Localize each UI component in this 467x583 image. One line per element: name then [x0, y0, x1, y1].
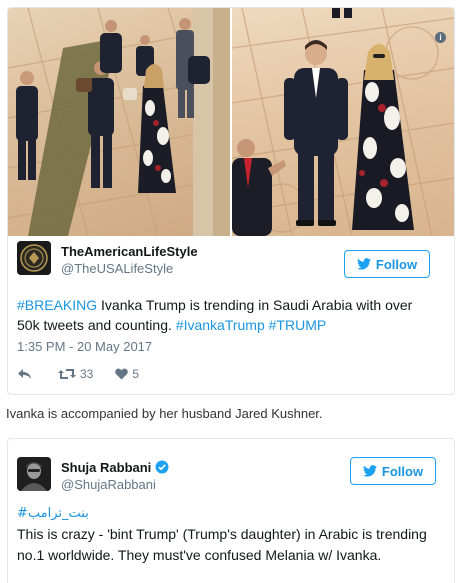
tweet-photo-right[interactable]: i	[232, 8, 454, 236]
photo-left-scene	[8, 8, 230, 236]
like-button[interactable]: 5	[115, 367, 139, 381]
heart-icon	[115, 368, 129, 380]
avatar[interactable]	[17, 241, 51, 275]
author-name[interactable]: Shuja Rabbani	[61, 460, 169, 475]
tweet-1-actions: 33 5	[17, 365, 161, 383]
avatar[interactable]	[17, 457, 51, 491]
verified-badge-icon	[155, 460, 169, 474]
profile-photo	[17, 457, 51, 491]
hashtag-trump[interactable]: #TRUMP	[269, 317, 327, 333]
seal-icon	[17, 241, 51, 275]
author-name-text: Shuja Rabbani	[61, 460, 152, 475]
tweet-photo-grid[interactable]: i	[8, 8, 454, 236]
reply-button[interactable]	[17, 368, 36, 380]
article-caption: Ivanka is accompanied by her husband Jar…	[6, 406, 323, 421]
photo-right-scene	[232, 8, 454, 236]
hashtag-ivankatrump[interactable]: #IvankaTrump	[176, 317, 265, 333]
reply-icon	[18, 369, 31, 379]
info-icon[interactable]: i	[435, 32, 446, 43]
twitter-bird-icon	[356, 258, 371, 270]
author-name[interactable]: TheAmericanLifeStyle	[61, 244, 198, 259]
twitter-bird-icon	[362, 465, 377, 477]
hashtag-bint-trump[interactable]: #بنت_ترامب	[17, 506, 89, 521]
retweet-button[interactable]: 33	[58, 367, 93, 381]
author-handle[interactable]: @TheUSALifeStyle	[61, 261, 173, 276]
tweet-card-1: i	[7, 7, 455, 395]
follow-button[interactable]: Follow	[344, 250, 430, 278]
tweet-2-text: This is crazy - 'bint Trump' (Trump's da…	[17, 526, 427, 563]
author-handle[interactable]: @ShujaRabbani	[61, 477, 156, 492]
like-count: 5	[132, 367, 140, 381]
hashtag-breaking[interactable]: #BREAKING	[17, 297, 97, 313]
follow-label: Follow	[381, 463, 424, 479]
retweet-count: 33	[80, 367, 94, 381]
tweet-photo-left[interactable]	[8, 8, 230, 236]
retweet-icon	[58, 369, 76, 379]
follow-button[interactable]: Follow	[350, 457, 436, 485]
follow-label: Follow	[375, 256, 418, 272]
tweet-1-text: #BREAKING Ivanka Trump is trending in Sa…	[17, 295, 437, 335]
tweet-1-timestamp[interactable]: 1:35 PM - 20 May 2017	[17, 339, 152, 354]
